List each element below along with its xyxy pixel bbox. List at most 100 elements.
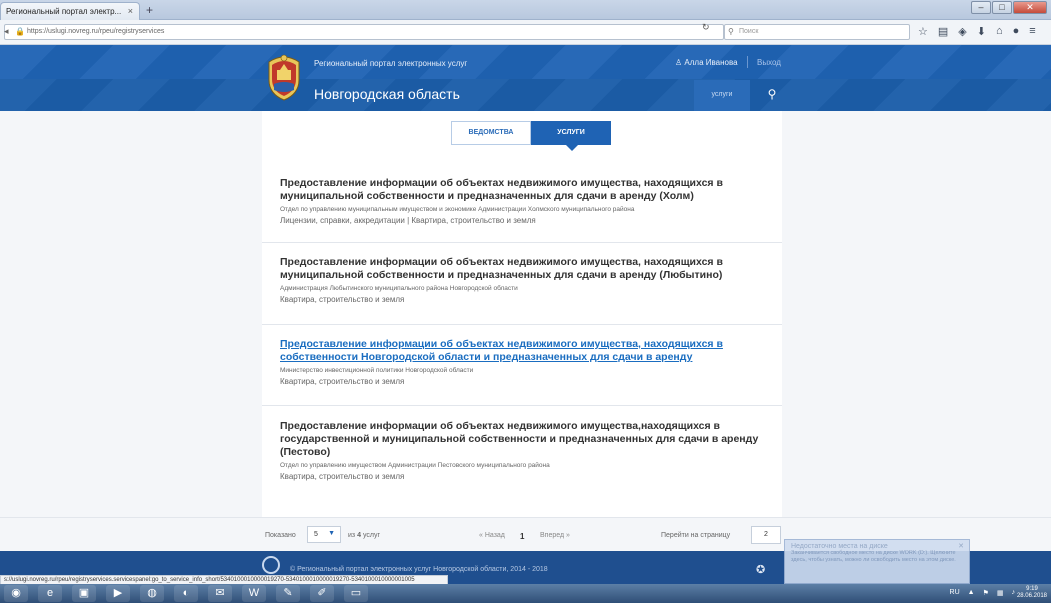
language-indicator[interactable]: RU [950,589,960,597]
taskbar-apps: ◉ e ▣ ▶ ◍ ◐ ✉ W ✎ ✐ ▭ [4,585,368,602]
service-categories[interactable]: Квартира, строительство и земля [280,472,760,481]
system-tray: RU ▲ ⚑ ▦ ♪ [950,589,1015,597]
site-search-icon[interactable]: ⚲ [750,80,794,111]
list-item: Предоставление информации об объектах не… [280,420,760,481]
list-item: Предоставление информации об объектах не… [280,256,760,304]
user-account-link[interactable]: ♙ Алла Иванова [675,58,738,67]
user-name: Алла Иванова [684,58,738,67]
firefox-icon[interactable]: ◐ [174,585,198,602]
window-icon[interactable]: ▭ [344,585,368,602]
pocket-icon[interactable]: ◈ [958,25,966,38]
back-icon[interactable]: ◂ [4,26,9,37]
footer-logo-icon [262,556,280,574]
browser-tabbar: Региональный портал электр... × + – □ ✕ [0,0,1051,20]
novgorod-coat-of-arms-icon[interactable] [263,52,305,102]
prev-page-link[interactable]: « Назад [479,532,505,539]
service-categories[interactable]: Лицензии, справки, аккредитации | Кварти… [280,216,760,225]
tab-departments[interactable]: ВЕДОМСТВА [451,121,531,145]
chevron-down-icon: ▼ [328,530,335,537]
notes-icon[interactable]: ✐ [310,585,334,602]
window-controls: – □ ✕ [971,1,1047,14]
os-taskbar: ◉ e ▣ ▶ ◍ ◐ ✉ W ✎ ✐ ▭ RU ▲ ⚑ ▦ ♪ 9:19 28… [0,584,1051,603]
disk-space-notification[interactable]: Недостаточно места на диске Заканчиваетс… [784,539,970,584]
header-separator [747,56,748,68]
service-title-link[interactable]: Предоставление информации об объектах не… [280,177,760,203]
accessibility-icon[interactable]: ✪ [756,563,765,576]
service-title-link[interactable]: Предоставление информации об объектах не… [280,256,760,282]
service-categories[interactable]: Квартира, строительство и земля [280,377,760,386]
bookmark-star-icon[interactable]: ☆ [918,25,928,38]
total-suffix: услуг [362,532,380,539]
system-clock[interactable]: 9:19 28.06.2018 [1017,586,1047,600]
notification-text: Заканчивается свободное место на диске W… [791,550,956,563]
total-count: из 4 услуг [348,532,380,539]
catalog-toggle: ВЕДОМСТВА УСЛУГИ [451,121,611,151]
service-department: Отдел по управлению муниципальным имущес… [280,206,635,213]
page-size-label: Показано [265,532,296,539]
divider [262,324,782,325]
file-explorer-icon[interactable]: ▣ [72,585,96,602]
tray-arrow-icon[interactable]: ▲ [968,589,975,597]
service-department: Администрация Любытинского муниципальног… [280,285,518,292]
goto-page-input[interactable]: 2 [751,526,781,544]
sync-icon[interactable]: ● [1013,25,1020,38]
browser-tab[interactable]: Региональный портал электр... × [0,2,140,20]
clock-date: 28.06.2018 [1016,593,1047,599]
chrome-icon[interactable]: ◍ [140,585,164,602]
minimize-icon[interactable]: – [971,1,991,14]
service-department: Отдел по управлению имуществом Администр… [280,462,550,469]
media-player-icon[interactable]: ▶ [106,585,130,602]
address-bar[interactable]: ◂ 🔒 https://uslugi.novreg.ru/rpeu/regist… [4,24,724,40]
divider [262,405,782,406]
service-categories[interactable]: Квартира, строительство и земля [280,295,760,304]
outlook-icon[interactable]: ✉ [208,585,232,602]
paint-icon[interactable]: ✎ [276,585,300,602]
divider [262,242,782,243]
start-button-icon[interactable]: ◉ [4,585,28,602]
browser-search-input[interactable]: ⚲ Поиск [724,24,910,40]
current-page: 1 [520,532,525,541]
maximize-icon[interactable]: □ [992,1,1012,14]
menu-icon[interactable]: ≡ [1029,25,1035,38]
tab-services[interactable]: УСЛУГИ [531,121,611,151]
total-number: 4 [357,532,361,539]
goto-page-label: Перейти на страницу [661,532,731,539]
download-icon[interactable]: ⬇ [977,25,986,38]
network-icon[interactable]: ▦ [997,589,1004,597]
service-department: Министерство инвестиционной политики Нов… [280,367,474,374]
internet-explorer-icon[interactable]: e [38,585,62,602]
tab-close-icon[interactable]: × [128,6,133,16]
lock-icon: 🔒 [15,27,25,36]
flag-icon[interactable]: ⚑ [983,589,989,597]
new-tab-button[interactable]: + [146,3,153,17]
page-size-select[interactable]: 5 ▼ [307,526,341,543]
browser-tab-title: Региональный портал электр... [6,7,122,16]
total-of-label: из [348,532,356,539]
search-icon: ⚲ [728,27,734,36]
list-item: Предоставление информации об объектах не… [280,338,760,386]
nav-services-link[interactable]: услуги [694,80,750,111]
service-title-link-hovered[interactable]: Предоставление информации об объектах не… [280,338,760,364]
word-icon[interactable]: W [242,585,266,602]
logout-link[interactable]: Выход [757,58,781,67]
footer-copyright: © Региональный портал электронных услуг … [290,566,548,573]
home-icon[interactable]: ⌂ [996,25,1003,38]
service-title-link[interactable]: Предоставление информации об объектах не… [280,420,760,459]
reading-list-icon[interactable]: ▤ [938,25,948,38]
browser-navbar: ◂ 🔒 https://uslugi.novreg.ru/rpeu/regist… [0,20,1051,45]
close-window-icon[interactable]: ✕ [1013,1,1047,14]
site-header-sub [0,79,1051,111]
portal-title[interactable]: Региональный портал электронных услуг [314,59,467,68]
search-placeholder: Поиск [739,28,759,35]
browser-toolbar-icons: ☆ ▤ ◈ ⬇ ⌂ ● ≡ [918,25,1036,38]
address-url: https://uslugi.novreg.ru/rpeu/registryse… [27,28,165,35]
region-title[interactable]: Новгородская область [314,86,460,102]
next-page-link[interactable]: Вперед » [540,532,570,539]
clock-time: 9:19 [1026,586,1038,592]
reload-icon[interactable]: ↻ [702,22,710,33]
page-size-value: 5 [314,531,318,538]
site-header-top [0,45,1051,79]
user-icon: ♙ [675,58,685,67]
volume-icon[interactable]: ♪ [1012,589,1016,597]
close-icon[interactable]: ✕ [958,542,964,550]
